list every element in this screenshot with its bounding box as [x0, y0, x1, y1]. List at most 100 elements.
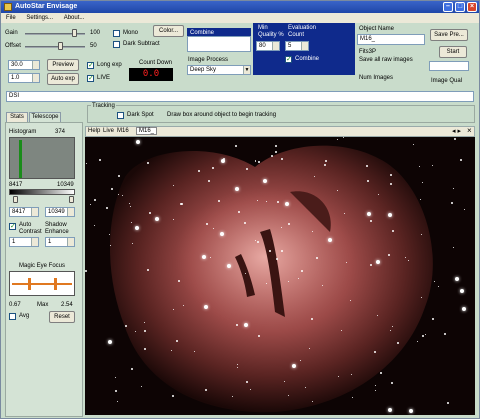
star — [453, 247, 454, 248]
star — [432, 318, 434, 320]
combine-list[interactable] — [187, 36, 251, 52]
star — [147, 162, 149, 164]
contrast-input[interactable]: 1 — [9, 237, 39, 247]
tab-m16-active[interactable]: M16_ — [136, 127, 158, 135]
binning-input[interactable]: 1.0 — [8, 73, 40, 83]
live-checkbox[interactable] — [87, 74, 94, 82]
star — [173, 185, 174, 186]
star — [454, 138, 456, 140]
high-level-spinner-icon[interactable] — [67, 208, 74, 216]
magic-eye-label: Magic Eye Focus — [19, 263, 66, 269]
star — [141, 386, 142, 387]
star — [258, 161, 260, 163]
shadow-spinner-icon[interactable] — [67, 238, 74, 246]
tab-close-icon[interactable]: × — [467, 126, 472, 135]
auto-contrast-checkbox[interactable] — [9, 222, 16, 230]
nebula-image[interactable] — [85, 137, 475, 415]
star — [173, 309, 174, 310]
star — [255, 160, 256, 161]
star — [208, 180, 210, 182]
star — [390, 183, 392, 185]
star — [351, 374, 352, 375]
high-level-thumb[interactable] — [69, 196, 74, 203]
save-prefix-button[interactable]: Save Pre... — [430, 29, 468, 41]
star — [147, 269, 149, 271]
min-quality-label: Min Quality % — [258, 25, 284, 38]
high-level-input[interactable]: 10349 — [45, 207, 75, 217]
image-process-select[interactable]: Deep Sky ▼ — [187, 65, 251, 75]
star — [213, 228, 214, 229]
star — [417, 341, 418, 342]
dark-subtract-checkbox[interactable] — [113, 41, 120, 48]
tab-telescope[interactable]: Telescope — [29, 112, 61, 122]
long-exp-checkbox[interactable] — [87, 61, 94, 69]
exposure-spinner-icon[interactable] — [32, 61, 39, 69]
star — [111, 188, 113, 190]
minimize-icon[interactable]: – — [443, 2, 453, 12]
tab-live[interactable]: Live — [103, 128, 114, 134]
tab-stats[interactable]: Stats — [6, 112, 28, 122]
low-level-thumb[interactable] — [13, 196, 18, 203]
evaluation-count-value: 5 — [288, 43, 292, 49]
evaluation-count-input[interactable]: 5 — [285, 41, 309, 51]
star — [337, 139, 338, 140]
mono-label: Mono — [123, 30, 139, 36]
shadow-value: 1 — [48, 239, 52, 245]
shadow-input[interactable]: 1 — [45, 237, 75, 247]
evaluation-count-spinner-icon[interactable] — [301, 42, 308, 50]
preview-button[interactable]: Preview — [47, 59, 79, 71]
avg-checkbox[interactable] — [9, 313, 16, 320]
star — [377, 315, 378, 316]
menu-about[interactable]: About... — [64, 15, 85, 21]
star — [144, 322, 145, 323]
auto-exp-button[interactable]: Auto exp — [47, 73, 79, 85]
star — [178, 280, 180, 282]
star — [322, 285, 323, 286]
exposure-input[interactable]: 30.0 — [8, 60, 40, 70]
dark-spot-checkbox[interactable] — [117, 112, 124, 119]
low-level-spinner-icon[interactable] — [31, 208, 38, 216]
star — [453, 188, 454, 189]
close-icon[interactable]: × — [467, 2, 477, 12]
min-quality-input[interactable]: 80 — [256, 41, 280, 51]
maximize-icon[interactable]: □ — [455, 2, 465, 12]
color-button[interactable]: Color... — [153, 25, 184, 37]
star — [422, 335, 424, 337]
min-quality-spinner-icon[interactable] — [272, 42, 279, 50]
star — [115, 390, 117, 392]
star — [227, 264, 231, 268]
tab-help[interactable]: Help — [88, 128, 100, 134]
gain-slider-thumb[interactable] — [71, 29, 77, 37]
combine-checkbox[interactable] — [285, 55, 292, 63]
live-label: LIVE — [97, 75, 111, 81]
menu-settings[interactable]: Settings... — [26, 15, 53, 21]
start-button[interactable]: Start — [439, 46, 467, 58]
tab-scroll-icon[interactable]: ◂ ▸ — [452, 127, 461, 135]
star — [460, 159, 462, 161]
star — [275, 151, 277, 153]
hist-min-label: 8417 — [9, 182, 23, 188]
object-name-input[interactable]: M16_ — [357, 34, 425, 45]
min-quality-value: 80 — [259, 43, 266, 49]
star — [309, 348, 310, 349]
chevron-down-icon[interactable]: ▼ — [243, 66, 250, 74]
menu-file[interactable]: File — [6, 15, 16, 21]
histogram-gradient-bar[interactable] — [9, 189, 75, 195]
mono-checkbox[interactable] — [113, 30, 120, 37]
star — [409, 409, 413, 413]
star — [462, 307, 466, 311]
star — [99, 159, 101, 161]
offset-slider-thumb[interactable] — [58, 42, 63, 50]
star — [422, 182, 423, 183]
star — [171, 350, 172, 351]
histogram-plot — [9, 137, 75, 179]
reset-button[interactable]: Reset — [49, 311, 75, 323]
low-level-input[interactable]: 8417 — [9, 207, 39, 217]
image-qual-display — [429, 61, 469, 71]
star — [109, 234, 110, 235]
tab-m16[interactable]: M16 — [117, 128, 129, 134]
contrast-spinner-icon[interactable] — [31, 238, 38, 246]
binning-spinner-icon[interactable] — [32, 74, 39, 82]
offset-slider-track[interactable] — [25, 46, 85, 48]
star — [269, 250, 271, 252]
